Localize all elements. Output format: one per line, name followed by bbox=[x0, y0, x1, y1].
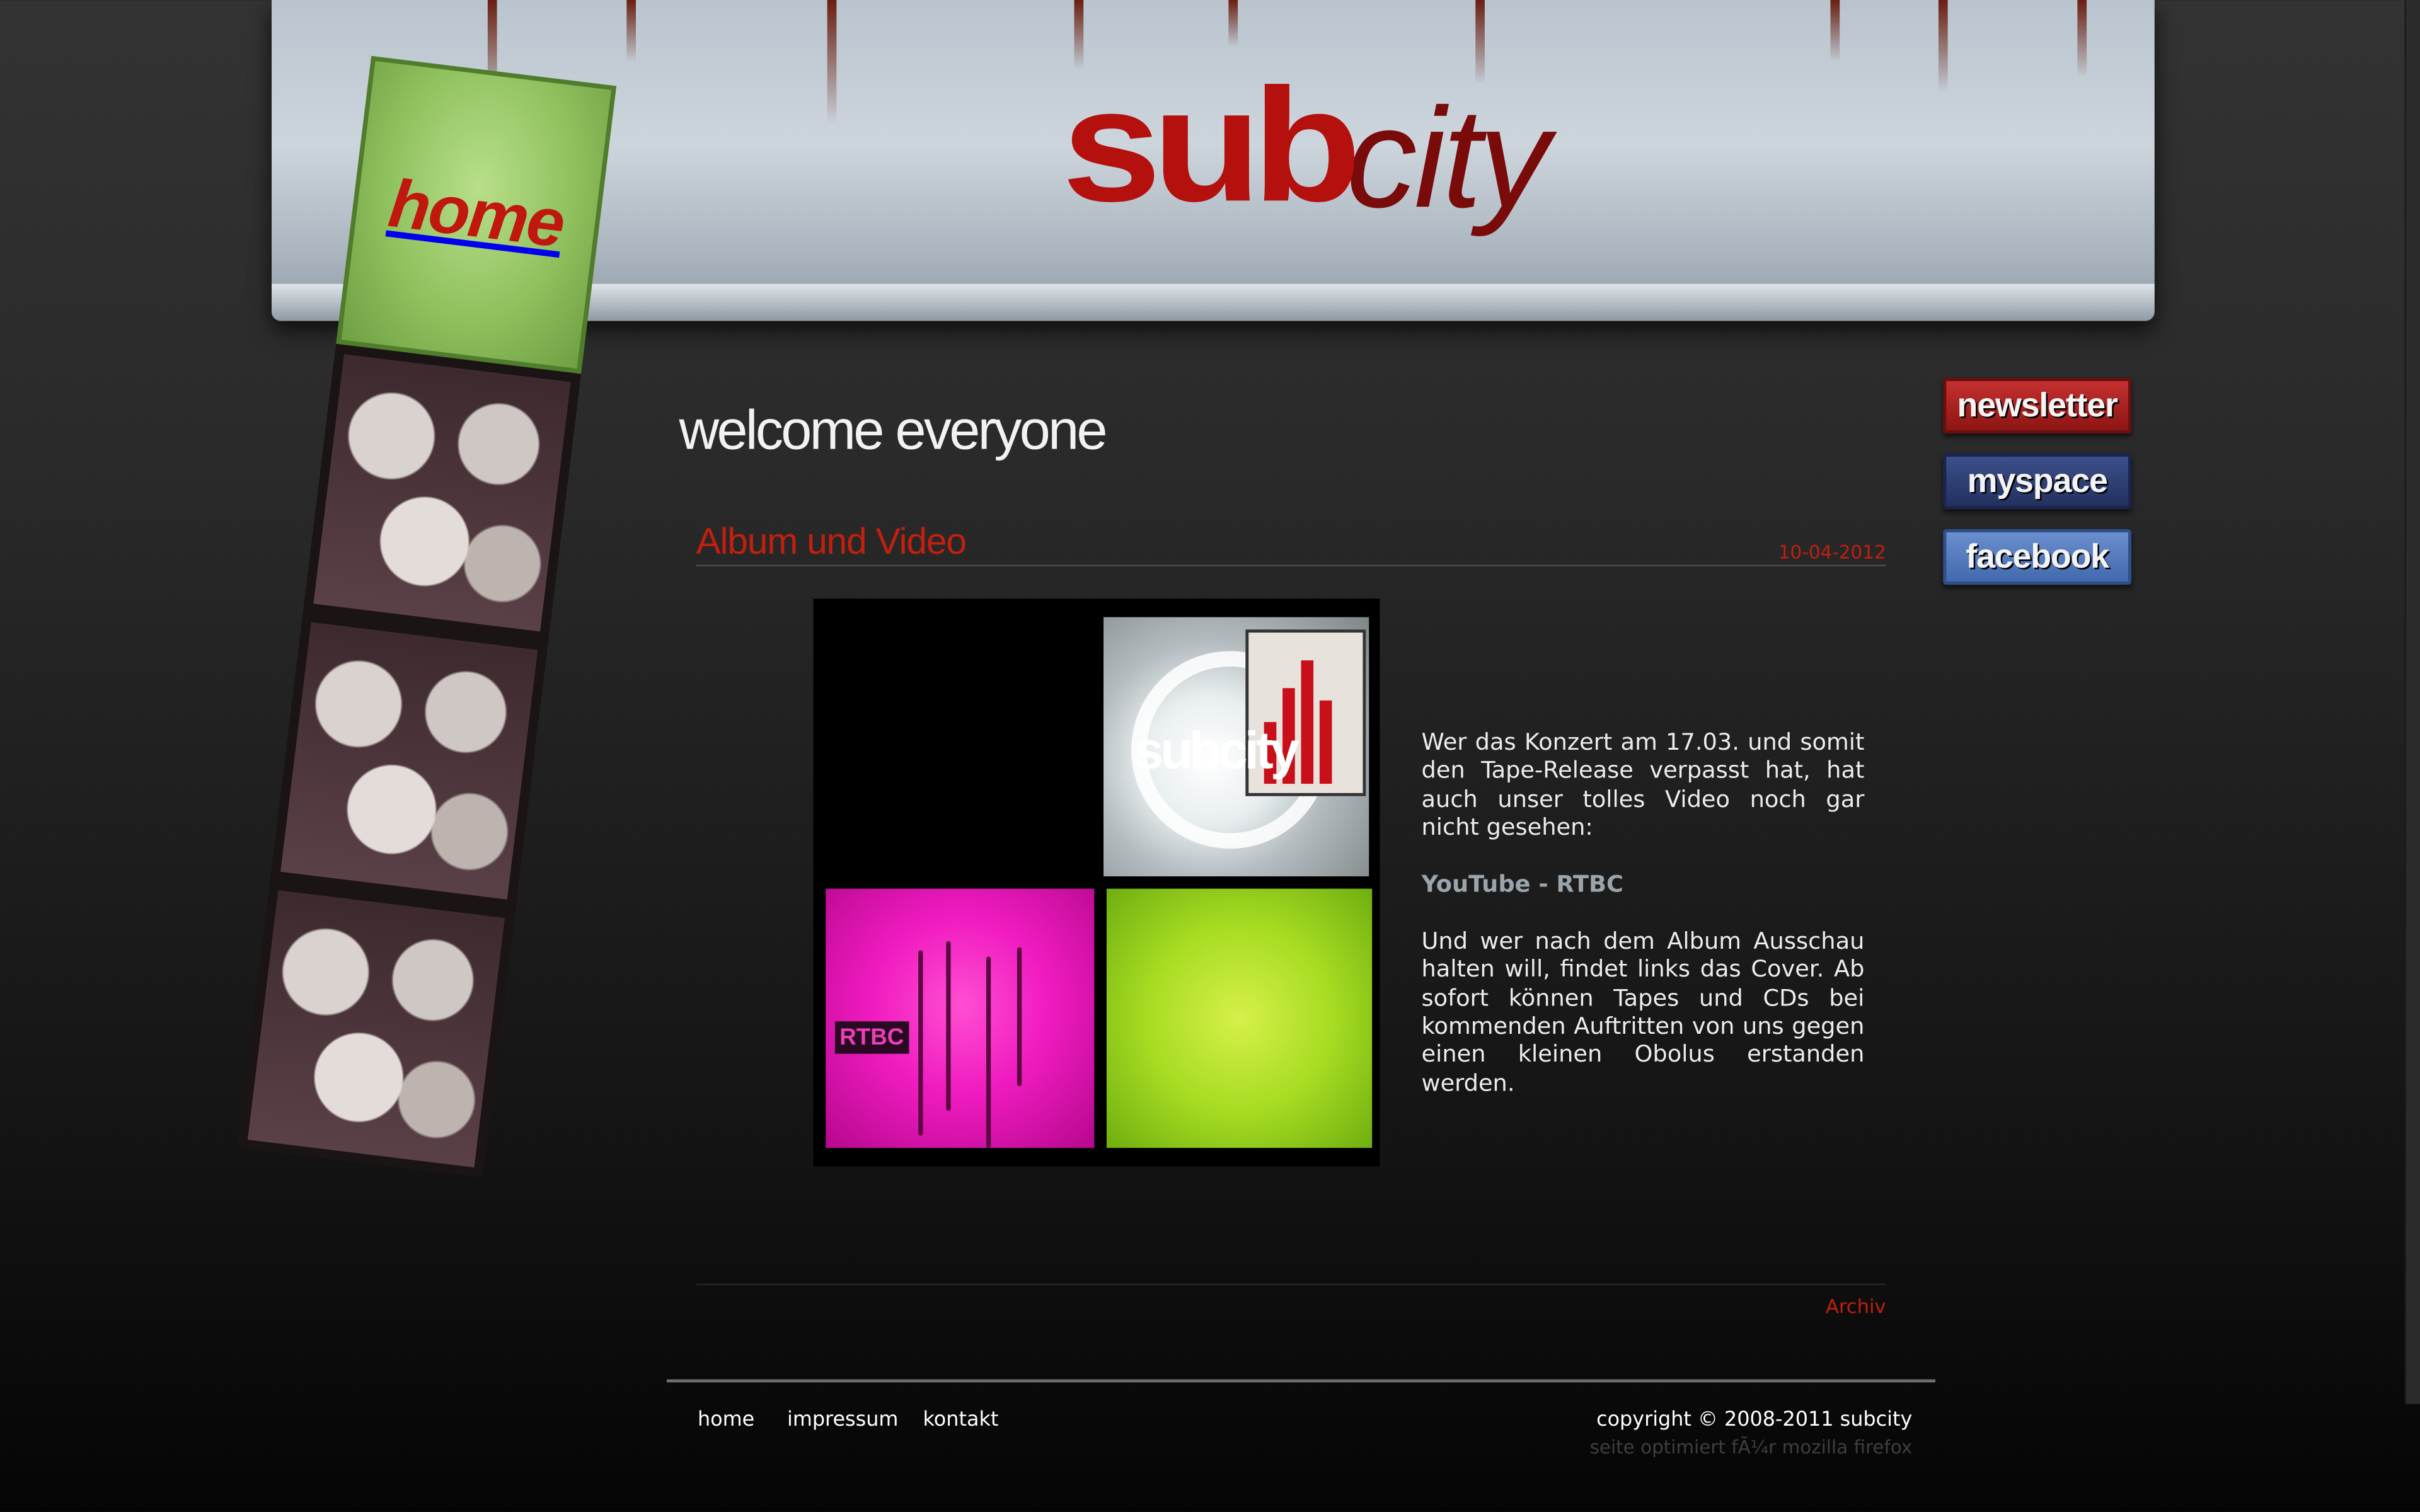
cover-pink-panel: RTBC bbox=[826, 888, 1095, 1148]
home-tab[interactable]: home bbox=[336, 55, 617, 374]
myspace-button[interactable]: myspace bbox=[1943, 454, 2132, 510]
subcity-logo: subcity bbox=[1062, 55, 1710, 241]
page-heading: welcome everyone bbox=[679, 398, 1108, 462]
rust-streak bbox=[1938, 0, 1948, 93]
page-scrollbar[interactable] bbox=[2404, 0, 2420, 1404]
paint-drip bbox=[946, 941, 951, 1111]
rust-streak bbox=[1830, 0, 1840, 62]
logo-city: city bbox=[1346, 80, 1550, 238]
youtube-link[interactable]: YouTube - RTBC bbox=[1422, 870, 1624, 898]
paint-drip bbox=[918, 950, 923, 1136]
footer-link-kontakt[interactable]: kontakt bbox=[923, 1409, 999, 1432]
footer-link-impressum[interactable]: impressum bbox=[787, 1409, 898, 1432]
footer-link-home[interactable]: home bbox=[698, 1409, 754, 1432]
browser-note: seite optimiert fÃ¼r mozilla firefox bbox=[1589, 1436, 1913, 1458]
cover-green-panel bbox=[1106, 888, 1373, 1148]
facebook-button[interactable]: facebook bbox=[1943, 529, 2132, 585]
cover-logo-panel: subcity bbox=[1103, 617, 1369, 877]
band-photo bbox=[270, 612, 548, 910]
rust-streak bbox=[827, 0, 837, 123]
rust-streak bbox=[2077, 0, 2087, 77]
band-photo bbox=[237, 879, 516, 1178]
paint-drip bbox=[1017, 947, 1022, 1087]
post-title: Album und Video bbox=[696, 521, 966, 563]
newsletter-button[interactable]: newsletter bbox=[1943, 378, 2132, 434]
rust-streak bbox=[1228, 0, 1238, 47]
post-paragraph: Wer das Konzert am 17.03. und somit den … bbox=[1421, 728, 1865, 842]
archive-divider bbox=[696, 1283, 1886, 1286]
post-paragraph: Und wer nach dem Album Ausschau halten w… bbox=[1421, 927, 1865, 1097]
post-divider bbox=[696, 564, 1886, 566]
logo-sub: sub bbox=[1061, 54, 1362, 236]
paint-drip bbox=[986, 956, 991, 1148]
album-cover-image: subcity RTBC bbox=[813, 598, 1380, 1167]
archive-link[interactable]: Archiv bbox=[1775, 1295, 1886, 1318]
rust-streak bbox=[626, 0, 636, 62]
post-body: Wer das Konzert am 17.03. und somit den … bbox=[1422, 728, 1865, 1126]
cover-brand-word: subcity bbox=[1134, 722, 1299, 781]
cover-tag: RTBC bbox=[834, 1021, 909, 1054]
band-photo bbox=[302, 343, 582, 642]
footer-divider bbox=[666, 1379, 1936, 1383]
post-date: 10-04-2012 bbox=[1778, 541, 1886, 563]
home-tab-label: home bbox=[384, 166, 568, 263]
copyright-text: copyright © 2008-2011 subcity bbox=[1596, 1408, 1913, 1432]
